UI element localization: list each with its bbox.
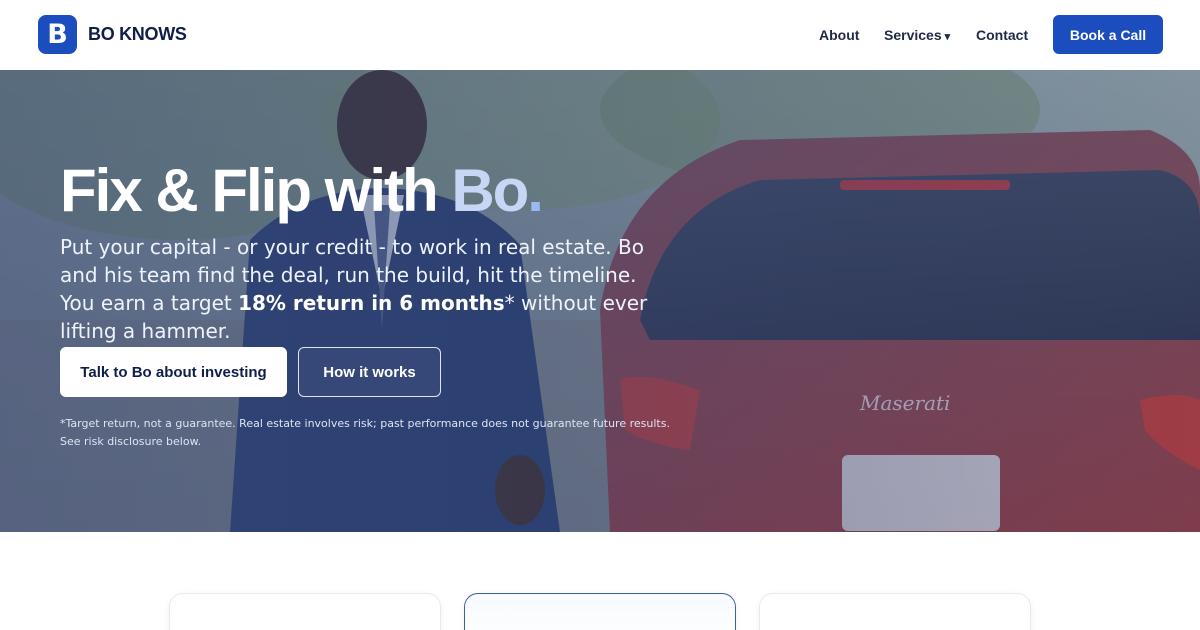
hero-title-dot: . <box>527 157 544 224</box>
how-it-works-button[interactable]: How it works <box>298 347 441 397</box>
logo-link[interactable]: B BO KNOWS <box>38 15 187 54</box>
logo-icon: B <box>38 15 77 54</box>
hero-title-main: Fix & Flip with <box>60 157 452 224</box>
nav-services-label: Services <box>884 27 942 43</box>
hero-title-accent: Bo <box>451 157 529 224</box>
site-header: B BO KNOWS About Services ▾ Contact Book … <box>0 0 1200 70</box>
feature-card-highlighted[interactable] <box>464 593 736 630</box>
chevron-down-icon: ▾ <box>944 31 951 43</box>
book-a-call-button[interactable]: Book a Call <box>1053 15 1163 54</box>
hero-section: Maserati Fix & Flip with Bo. Put your ca… <box>0 70 1200 532</box>
feature-card[interactable] <box>169 593 441 630</box>
nav-services-dropdown[interactable]: Services ▾ <box>884 27 950 43</box>
hero-title: Fix & Flip with Bo. <box>60 156 544 225</box>
disclaimer-line-2: See risk disclosure below. <box>60 435 202 448</box>
disclaimer-line-1: *Target return, not a guarantee. Real es… <box>60 417 670 430</box>
nav-contact-link[interactable]: Contact <box>976 27 1028 43</box>
nav-about-link[interactable]: About <box>819 27 859 43</box>
hero-subtitle: Put your capital - or your credit - to w… <box>60 233 670 345</box>
feature-card[interactable] <box>759 593 1031 630</box>
hero-disclaimer: *Target return, not a guarantee. Real es… <box>60 415 700 451</box>
talk-to-bo-button[interactable]: Talk to Bo about investing <box>60 347 287 397</box>
hero-subtitle-highlight: 18% return in 6 months <box>238 291 505 315</box>
feature-cards-section <box>0 532 1200 630</box>
brand-name: BO KNOWS <box>88 24 187 44</box>
